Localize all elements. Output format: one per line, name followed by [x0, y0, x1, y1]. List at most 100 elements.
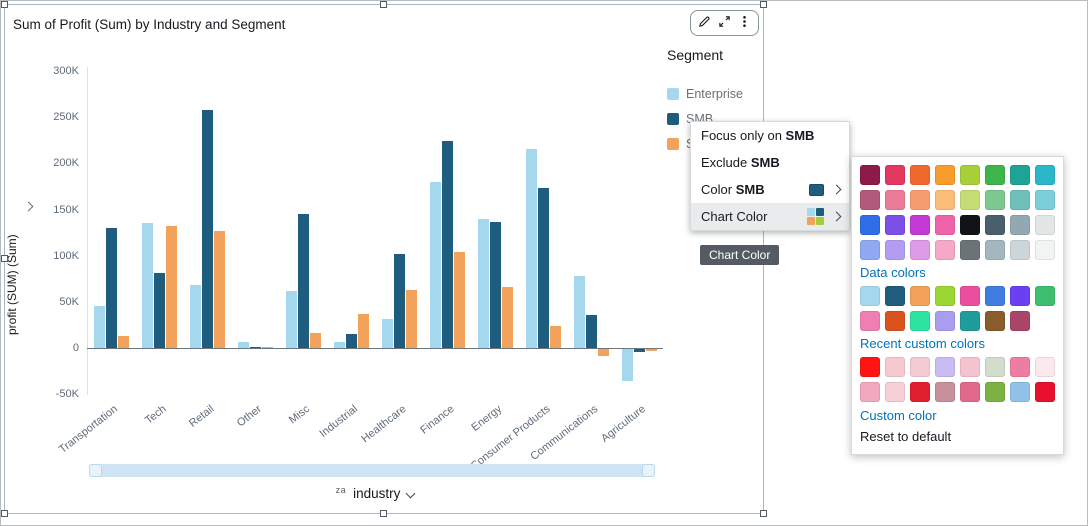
bar-smb-retail[interactable]: [202, 110, 213, 348]
color-swatch[interactable]: [885, 357, 905, 377]
color-swatch[interactable]: [860, 190, 880, 210]
bar-strategic-tech[interactable]: [166, 226, 177, 348]
color-swatch[interactable]: [960, 311, 980, 331]
color-swatch[interactable]: [935, 311, 955, 331]
bar-strategic-transportation[interactable]: [118, 336, 129, 348]
bar-enterprise-energy[interactable]: [478, 219, 489, 348]
color-swatch[interactable]: [1010, 215, 1030, 235]
color-swatch[interactable]: [985, 190, 1005, 210]
color-swatch[interactable]: [960, 165, 980, 185]
reset-to-default-button[interactable]: Reset to default: [860, 429, 1055, 444]
color-swatch[interactable]: [1010, 382, 1030, 402]
color-swatch[interactable]: [885, 286, 905, 306]
color-swatch[interactable]: [860, 240, 880, 260]
bar-chart-widget[interactable]: Sum of Profit (Sum) by Industry and Segm…: [4, 4, 764, 514]
bar-strategic-energy[interactable]: [502, 287, 513, 348]
bar-smb-misc[interactable]: [298, 214, 309, 348]
x-axis-category-label[interactable]: Transportation: [57, 403, 120, 456]
color-swatch[interactable]: [860, 382, 880, 402]
color-swatch[interactable]: [985, 165, 1005, 185]
legend-item-enterprise[interactable]: Enterprise: [667, 87, 743, 101]
color-swatch[interactable]: [985, 240, 1005, 260]
scrollbar-left-handle[interactable]: [89, 464, 102, 477]
color-swatch[interactable]: [1035, 240, 1055, 260]
color-swatch[interactable]: [1010, 357, 1030, 377]
color-swatch[interactable]: [885, 215, 905, 235]
color-swatch[interactable]: [935, 382, 955, 402]
bar-strategic-agriculture[interactable]: [646, 349, 657, 351]
color-swatch[interactable]: [960, 357, 980, 377]
color-swatch[interactable]: [885, 190, 905, 210]
bar-strategic-healthcare[interactable]: [406, 290, 417, 348]
color-swatch[interactable]: [910, 382, 930, 402]
color-swatch[interactable]: [935, 286, 955, 306]
bar-smb-healthcare[interactable]: [394, 254, 405, 348]
sort-za-icon[interactable]: za: [336, 486, 347, 495]
resize-handle[interactable]: [380, 510, 387, 517]
bar-enterprise-tech[interactable]: [142, 223, 153, 348]
bar-smb-finance[interactable]: [442, 141, 453, 348]
menu-item-color-smb[interactable]: Color SMB: [691, 176, 849, 203]
color-swatch[interactable]: [860, 357, 880, 377]
x-axis-category-label[interactable]: Energy: [470, 403, 505, 434]
color-swatch[interactable]: [860, 165, 880, 185]
color-swatch[interactable]: [1035, 190, 1055, 210]
color-swatch[interactable]: [985, 286, 1005, 306]
color-swatch[interactable]: [935, 165, 955, 185]
chart-horizontal-scrollbar[interactable]: [89, 464, 655, 477]
color-swatch[interactable]: [860, 215, 880, 235]
color-swatch[interactable]: [885, 382, 905, 402]
color-swatch[interactable]: [910, 215, 930, 235]
resize-handle[interactable]: [760, 1, 767, 8]
x-axis-category-label[interactable]: Healthcare: [359, 403, 408, 445]
color-swatch[interactable]: [1010, 240, 1030, 260]
x-axis-category-label[interactable]: Tech: [143, 403, 169, 427]
color-swatch[interactable]: [935, 215, 955, 235]
bar-enterprise-finance[interactable]: [430, 182, 441, 348]
bar-smb-industrial[interactable]: [346, 334, 357, 348]
color-swatch[interactable]: [960, 286, 980, 306]
bar-enterprise-misc[interactable]: [286, 291, 297, 348]
bar-smb-agriculture[interactable]: [634, 349, 645, 352]
color-swatch[interactable]: [1035, 382, 1055, 402]
bar-strategic-retail[interactable]: [214, 231, 225, 348]
bar-enterprise-agriculture[interactable]: [622, 349, 633, 381]
bar-enterprise-consumer-products[interactable]: [526, 149, 537, 348]
bar-enterprise-healthcare[interactable]: [382, 319, 393, 348]
menu-item-chart-color[interactable]: Chart Color: [691, 203, 849, 230]
menu-item-focus-only-on-smb[interactable]: Focus only on SMB: [691, 122, 849, 149]
x-axis-category-label[interactable]: Industrial: [318, 403, 361, 440]
scrollbar-right-handle[interactable]: [642, 464, 655, 477]
menu-item-exclude-smb[interactable]: Exclude SMB: [691, 149, 849, 176]
color-swatch[interactable]: [1010, 165, 1030, 185]
color-swatch[interactable]: [935, 190, 955, 210]
bar-strategic-misc[interactable]: [310, 333, 321, 348]
x-axis-category-label[interactable]: Misc: [287, 403, 312, 426]
bar-smb-tech[interactable]: [154, 273, 165, 348]
chevron-down-icon[interactable]: [406, 489, 416, 499]
color-swatch[interactable]: [960, 215, 980, 235]
bar-enterprise-retail[interactable]: [190, 285, 201, 348]
color-swatch[interactable]: [910, 190, 930, 210]
bar-strategic-communications[interactable]: [598, 349, 609, 356]
resize-handle[interactable]: [760, 510, 767, 517]
color-swatch[interactable]: [1035, 165, 1055, 185]
x-axis-category-label[interactable]: Consumer Products: [468, 403, 552, 472]
color-swatch[interactable]: [960, 382, 980, 402]
color-swatch[interactable]: [1035, 286, 1055, 306]
color-swatch[interactable]: [935, 357, 955, 377]
color-swatch[interactable]: [985, 311, 1005, 331]
color-swatch[interactable]: [885, 240, 905, 260]
color-swatch[interactable]: [885, 311, 905, 331]
color-swatch[interactable]: [985, 382, 1005, 402]
maximize-visual-button[interactable]: [716, 13, 733, 33]
color-swatch[interactable]: [985, 215, 1005, 235]
color-swatch[interactable]: [960, 240, 980, 260]
color-swatch[interactable]: [885, 165, 905, 185]
x-axis-control[interactable]: za industry: [87, 486, 663, 501]
resize-handle[interactable]: [380, 1, 387, 8]
color-swatch[interactable]: [860, 311, 880, 331]
color-swatch[interactable]: [1010, 190, 1030, 210]
color-swatch[interactable]: [910, 165, 930, 185]
x-axis-category-label[interactable]: Agriculture: [600, 403, 649, 445]
